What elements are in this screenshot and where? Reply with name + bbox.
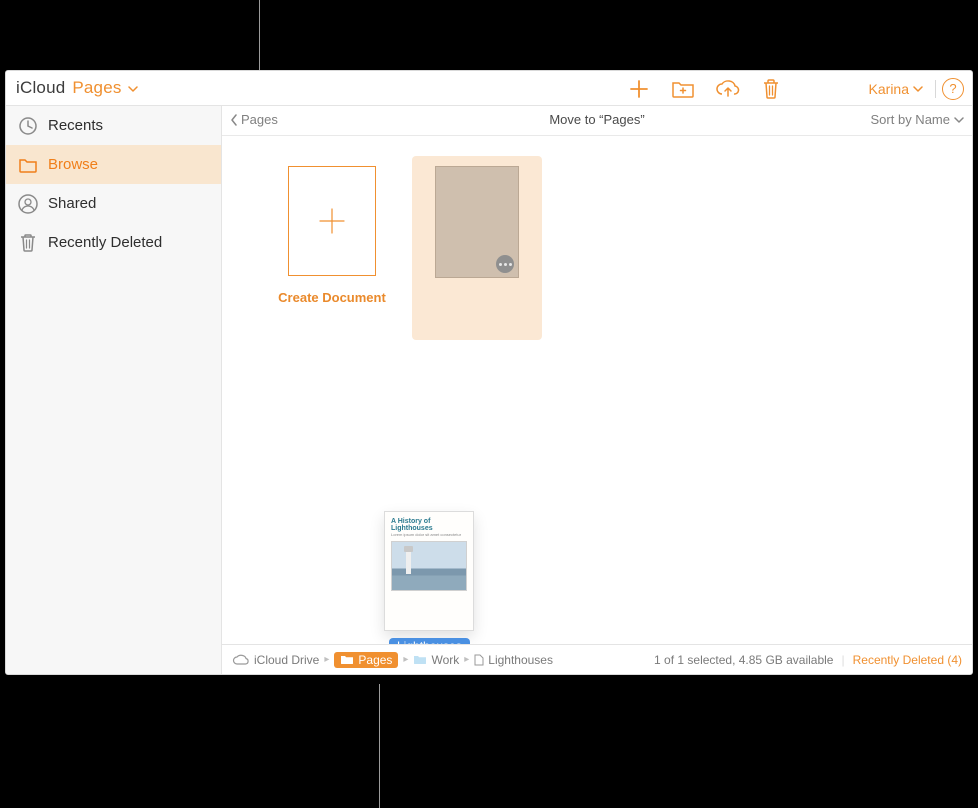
callout-line-bottom <box>379 684 380 808</box>
chevron-down-icon <box>913 84 923 94</box>
plus-icon <box>314 203 350 239</box>
create-document-box <box>288 166 376 276</box>
user-name-label: Karina <box>869 81 909 97</box>
person-icon <box>18 194 38 214</box>
divider: | <box>841 653 844 667</box>
breadcrumb: iCloud Drive ▸ Pages ▸ Work ▸ Lighthouse… <box>232 652 553 668</box>
breadcrumb-work[interactable]: Work <box>413 653 459 667</box>
clock-icon <box>18 116 38 136</box>
status-info: 1 of 1 selected, 4.85 GB available <box>654 653 833 667</box>
cloud-upload-icon <box>714 79 740 99</box>
brand-icloud-label: iCloud <box>16 78 65 97</box>
ghost-subtitle: Lorem ipsum dolor sit amet consectetur <box>391 533 467 538</box>
sidebar-item-label: Shared <box>48 195 96 212</box>
breadcrumb-label: iCloud Drive <box>254 653 319 667</box>
sidebar-item-label: Recents <box>48 117 103 134</box>
create-document-tile[interactable]: Create Document <box>262 166 402 305</box>
delete-button[interactable] <box>749 71 793 106</box>
sort-label: Sort by Name <box>871 112 950 127</box>
status-bar: iCloud Drive ▸ Pages ▸ Work ▸ Lighthouse… <box>222 644 972 674</box>
breadcrumb-label: Lighthouses <box>488 653 553 667</box>
chevron-right-icon: ▸ <box>403 654 408 665</box>
divider <box>935 80 936 98</box>
dragged-document-ghost[interactable]: A History of Lighthouses Lorem ipsum dol… <box>384 511 474 631</box>
document-thumbnail <box>435 166 519 278</box>
new-document-button[interactable] <box>617 71 661 106</box>
plus-icon <box>628 78 650 100</box>
sidebar: Recents Browse Shared Recently Deleted <box>6 106 222 674</box>
folder-icon <box>18 155 38 175</box>
document-more-button[interactable] <box>496 255 514 273</box>
breadcrumb-label: Work <box>431 653 459 667</box>
breadcrumb-label: Pages <box>358 653 392 667</box>
new-folder-button[interactable] <box>661 71 705 106</box>
cloud-icon <box>232 654 250 666</box>
question-mark-icon: ? <box>949 81 956 96</box>
help-button[interactable]: ? <box>942 78 964 100</box>
ghost-title: A History of Lighthouses <box>391 518 467 532</box>
sidebar-item-recents[interactable]: Recents <box>6 106 221 145</box>
app-brand[interactable]: iCloud Pages <box>16 78 138 98</box>
create-document-label: Create Document <box>262 290 402 305</box>
breadcrumb-icloud-drive[interactable]: iCloud Drive <box>232 653 319 667</box>
sidebar-item-label: Recently Deleted <box>48 234 162 251</box>
chevron-down-icon <box>954 115 964 125</box>
chevron-right-icon: ▸ <box>464 654 469 665</box>
trash-icon <box>762 78 780 100</box>
brand-app-label: Pages <box>72 78 121 97</box>
sidebar-item-shared[interactable]: Shared <box>6 184 221 223</box>
sidebar-item-label: Browse <box>48 156 98 173</box>
document-tile-placeholder[interactable] <box>412 156 542 340</box>
folder-icon <box>413 654 427 665</box>
upload-button[interactable] <box>705 71 749 106</box>
folder-plus-icon <box>671 79 695 99</box>
document-icon <box>474 654 484 666</box>
breadcrumb-lighthouses[interactable]: Lighthouses <box>474 653 553 667</box>
folder-icon <box>340 654 354 665</box>
main-panel: Pages Move to “Pages” Sort by Name Creat… <box>222 106 972 644</box>
chevron-down-icon <box>128 84 138 94</box>
trash-icon <box>18 233 38 253</box>
document-grid: Create Document A History of Lighthouses… <box>222 136 972 644</box>
app-window: iCloud Pages <box>5 70 973 675</box>
ghost-image <box>391 541 467 591</box>
sidebar-item-browse[interactable]: Browse <box>6 145 221 184</box>
breadcrumb-pages[interactable]: Pages <box>334 652 398 668</box>
toolbar: iCloud Pages <box>6 71 972 106</box>
chevron-right-icon: ▸ <box>324 654 329 665</box>
sort-menu[interactable]: Sort by Name <box>871 112 964 127</box>
recently-deleted-link[interactable]: Recently Deleted (4) <box>853 653 962 667</box>
header-title: Move to “Pages” <box>222 112 972 127</box>
sidebar-item-recently-deleted[interactable]: Recently Deleted <box>6 223 221 262</box>
sub-header: Pages Move to “Pages” Sort by Name <box>222 106 972 136</box>
user-menu[interactable]: Karina <box>863 81 929 97</box>
